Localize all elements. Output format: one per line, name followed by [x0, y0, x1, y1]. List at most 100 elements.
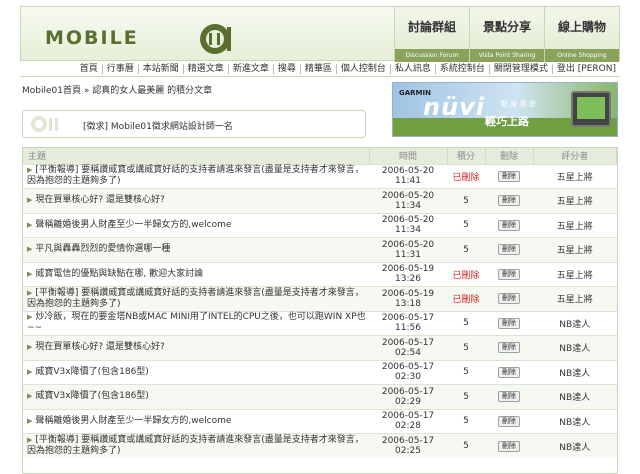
nav-user-cp[interactable]: 個人控制台: [335, 64, 390, 74]
row-points: 5: [447, 310, 485, 336]
table-row: ▶ 威寶V3x降價了(包含186型) 2006-05-17 02:30 5 刪除 NB達人: [23, 359, 617, 385]
row-subject: ▶ 現在買單核心好? 還是雙核心好?: [23, 335, 369, 360]
bullet-arrow-icon: ▶: [27, 220, 33, 229]
nav-featured[interactable]: 精選文章: [182, 64, 228, 74]
nav-messages[interactable]: 私人訊息: [389, 64, 435, 74]
row-rater: NB達人: [533, 359, 617, 385]
nav-calendar[interactable]: 行事曆: [101, 64, 138, 74]
nav-news[interactable]: 本站新聞: [137, 64, 183, 74]
nav-admin-cp[interactable]: 系統控制台: [434, 64, 489, 74]
thread-link[interactable]: 威寶電信的優點與缺點在哪, 歡迎大家討論: [35, 269, 203, 279]
bullet-arrow-icon: ▶: [27, 196, 33, 205]
row-rater: NB達人: [533, 433, 617, 458]
row-delete-cell: 刪除: [485, 433, 533, 458]
bullet-arrow-icon: ▶: [27, 436, 33, 444]
table-row: ▶ 聲稱離婚後男人財產至少一半歸女方的,welcome 2006-05-20 11:…: [23, 212, 617, 238]
bullet-arrow-icon: ▶: [27, 416, 33, 425]
row-points: 5: [447, 212, 485, 238]
tab-online-shopping[interactable]: 線上購物 Online Shopping: [544, 7, 619, 62]
delete-button[interactable]: 刪除: [498, 440, 520, 452]
row-time: 2006-05-17 11:56: [369, 310, 447, 336]
row-rater: 五星上將: [533, 286, 617, 311]
tab-vista-point[interactable]: 景點分享 Vista Point Sharing: [469, 7, 544, 62]
row-subject: ▶ 聲稱離婚後男人財產至少一半歸女方的,welcome: [23, 408, 369, 434]
thread-link[interactable]: 威寶V3x降價了(包含186型): [35, 367, 148, 377]
row-points: 已刪除: [447, 163, 485, 189]
points-table: 主題 時間 積分 刪除 評分者 ▶ [平衡報導] 要稱讚威寶或講威寶好話的支持者請…: [22, 147, 618, 474]
bullet-arrow-icon: ▶: [27, 288, 33, 297]
row-time: 2006-05-17 02:28: [369, 408, 447, 434]
bullet-arrow-icon: ▶: [27, 245, 33, 254]
row-delete-cell: 刪除: [485, 359, 533, 385]
thread-link[interactable]: 聲稱離婚後男人財產至少一半歸女方的,welcome: [35, 416, 231, 426]
row-delete-cell: 刪除: [485, 335, 533, 360]
banner-product: nüvi: [423, 93, 486, 121]
thread-link[interactable]: [平衡報導] 要稱讚威寶或講威寶好話的支持者請進來發言(盡量是支持者才來發言，因…: [27, 165, 364, 186]
thread-link[interactable]: 現在買單核心好? 還是雙核心好?: [35, 195, 164, 205]
breadcrumb[interactable]: Mobile01首頁 » 認真的女人最美麗 的積分文章: [22, 83, 212, 96]
nav-home[interactable]: 首頁: [76, 64, 102, 74]
thread-link[interactable]: [平衡報導] 要稱讚威寶或講威寶好話的支持者請進來發言(盡量是支持者才來發言，因…: [27, 288, 364, 309]
row-delete-cell: 刪除: [485, 286, 533, 311]
col-rater: 評分者: [533, 148, 617, 164]
thread-link[interactable]: 威寶V3x降價了(包含186型): [35, 391, 148, 401]
delete-button[interactable]: 刪除: [498, 342, 520, 354]
logo-text: MOBILE: [45, 27, 139, 49]
row-time: 2006-05-19 13:18: [369, 286, 447, 311]
gps-device-icon: [571, 91, 611, 127]
table-header-row: 主題 時間 積分 刪除 評分者: [23, 148, 617, 164]
row-delete-cell: 刪除: [485, 261, 533, 287]
row-time: 2006-05-17 02:54: [369, 335, 447, 360]
row-points: 5: [447, 359, 485, 385]
thread-link[interactable]: 聲稱離婚後男人財產至少一半歸女方的,welcome: [35, 220, 231, 230]
bullet-arrow-icon: ▶: [27, 313, 33, 322]
banner-tagline: 點 身 導 遊: [501, 100, 536, 108]
announcement-box: [徵求] Mobile01徵求網站設計師一名: [22, 110, 366, 138]
thread-link[interactable]: [平衡報導] 要稱讚威寶或講威寶好話的支持者請進來發言(盡量是支持者才來發言，因…: [27, 435, 364, 456]
delete-button[interactable]: 刪除: [498, 391, 520, 403]
delete-button[interactable]: 刪除: [498, 219, 520, 231]
row-rater: NB達人: [533, 408, 617, 434]
delete-button[interactable]: 刪除: [498, 415, 520, 427]
nav-digest[interactable]: 精華區: [299, 64, 336, 74]
row-subject: ▶ [平衡報導] 要稱讚威寶或講威寶好話的支持者請進來發言(盡量是支持者才來發言，…: [23, 286, 369, 311]
delete-button[interactable]: 刪除: [498, 244, 520, 256]
row-time: 2006-05-17 02:25: [369, 433, 447, 458]
thread-link[interactable]: 炒冷飯，現在的要金塔NB或MAC MINI用了INTEL的CPU之後，也可以跑W…: [27, 312, 366, 333]
site-header: MOBILE 討論群組 Discussion Forum 景點分享 Vista …: [20, 6, 620, 62]
nav-search[interactable]: 搜尋: [272, 64, 300, 74]
row-subject: ▶ [平衡報導] 要稱讚威寶或講威寶好話的支持者請進來發言(盡量是支持者才來發言，…: [23, 163, 369, 189]
table-row: ▶ 炒冷飯，現在的要金塔NB或MAC MINI用了INTEL的CPU之後，也可以跑…: [23, 310, 617, 336]
row-delete-cell: 刪除: [485, 212, 533, 238]
thread-link[interactable]: 平凡與轟轟烈烈的愛情你選哪一種: [35, 244, 170, 254]
garmin-ad-banner[interactable]: GARMIN nüvi 點 身 導 遊 輕巧上路: [392, 82, 618, 137]
row-time: 2006-05-20 11:41: [369, 163, 447, 189]
table-row: ▶ [平衡報導] 要稱讚威寶或講威寶好話的支持者請進來發言(盡量是支持者才來發言，…: [23, 433, 617, 458]
thread-link[interactable]: 現在買單核心好? 還是雙核心好?: [35, 342, 164, 352]
row-rater: 五星上將: [533, 188, 617, 213]
nav-close-admin[interactable]: 關閉管理模式: [488, 64, 552, 74]
site-logo[interactable]: MOBILE: [45, 22, 245, 54]
nav-logout[interactable]: 登出 [PERON]: [551, 64, 620, 74]
nav-new-posts[interactable]: 新進文章: [227, 64, 273, 74]
page: MOBILE 討論群組 Discussion Forum 景點分享 Vista …: [20, 6, 620, 474]
bullet-arrow-icon: ▶: [27, 269, 33, 278]
row-rater: NB達人: [533, 384, 617, 409]
announcement-link[interactable]: [徵求] Mobile01徵求網站設計師一名: [83, 119, 233, 132]
delete-button[interactable]: 刪除: [498, 170, 520, 182]
delete-button[interactable]: 刪除: [498, 195, 520, 207]
row-subject: ▶ [平衡報導] 要稱讚威寶或講威寶好話的支持者請進來發言(盡量是支持者才來發言，…: [23, 433, 369, 458]
bullet-arrow-icon: ▶: [27, 166, 33, 175]
table-row: ▶ 平凡與轟轟烈烈的愛情你選哪一種 2006-05-20 11:31 5 刪除 五星上將: [23, 237, 617, 262]
delete-button[interactable]: 刪除: [498, 317, 520, 329]
row-points: 5: [447, 335, 485, 360]
tab-discussion-forum[interactable]: 討論群組 Discussion Forum: [394, 7, 469, 62]
delete-button[interactable]: 刪除: [498, 293, 520, 305]
table-row: ▶ 現在買單核心好? 還是雙核心好? 2006-05-17 02:54 5 刪除 NB達人: [23, 335, 617, 360]
delete-button[interactable]: 刪除: [498, 268, 520, 280]
row-rater: 五星上將: [533, 212, 617, 238]
delete-button[interactable]: 刪除: [498, 366, 520, 378]
row-time: 2006-05-20 11:34: [369, 212, 447, 238]
table-row: ▶ 威寶V3x降價了(包含186型) 2006-05-17 02:29 5 刪除 NB達人: [23, 384, 617, 409]
row-rater: 五星上將: [533, 261, 617, 287]
